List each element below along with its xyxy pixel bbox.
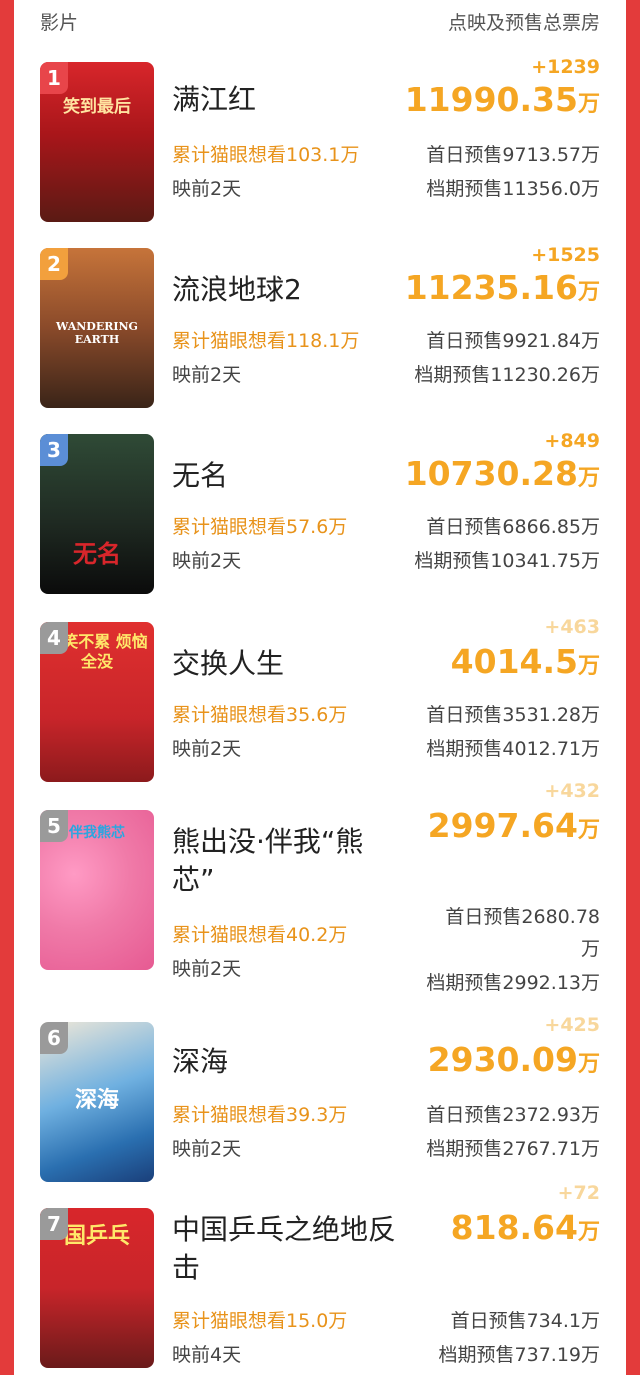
rank-badge: 1 [40, 62, 68, 94]
movie-row[interactable]: 笑到最后 1 满江红 累计猫眼想看103.1万 映前2天 +1239 11990… [14, 56, 626, 232]
box-office-delta: +72 [557, 1182, 600, 1204]
total-value: 10730.28 [404, 454, 578, 493]
total-value: 11990.35 [404, 80, 578, 119]
days-before-release: 映前4天 [172, 1344, 242, 1366]
total-box-office: 11990.35万 [405, 80, 600, 119]
poster-title-text: 笑到最后 [63, 97, 131, 117]
movie-poster[interactable]: 无名 3 [40, 434, 154, 594]
period-presale: 档期预售2767.71万 [426, 1138, 600, 1160]
movie-row[interactable]: 国乒乓 7 中国乒乓之绝地反 击 累计猫眼想看15.0万 映前4天 +72 81… [14, 1182, 626, 1375]
unit-label: 万 [577, 92, 600, 117]
movie-poster[interactable]: 国乒乓 7 [40, 1208, 154, 1368]
period-presale: 档期预售737.19万 [438, 1344, 600, 1366]
unit-label: 万 [577, 280, 600, 305]
want-to-watch-count: 累计猫眼想看118.1万 [172, 330, 360, 352]
movie-title-line-2[interactable]: 击 [172, 1248, 200, 1288]
period-presale: 档期预售11230.26万 [414, 364, 600, 386]
want-to-watch-count: 累计猫眼想看40.2万 [172, 924, 348, 946]
box-office-delta: +463 [544, 616, 600, 638]
days-before-release: 映前2天 [172, 1138, 242, 1160]
want-to-watch-count: 累计猫眼想看35.6万 [172, 704, 348, 726]
total-value: 11235.16 [404, 268, 578, 307]
total-box-office: 2997.64万 [428, 806, 600, 845]
days-before-release: 映前2天 [172, 550, 242, 572]
movie-poster[interactable]: WANDERING EARTH 2 [40, 248, 154, 408]
box-office-delta: +425 [544, 1014, 600, 1036]
movie-poster[interactable]: 伴我熊芯 5 [40, 810, 154, 970]
period-presale: 档期预售11356.0万 [426, 178, 600, 200]
first-day-presale: 首日预售734.1万 [450, 1310, 600, 1332]
first-day-presale: 首日预售9921.84万 [426, 330, 600, 352]
box-office-delta: +1239 [531, 56, 600, 78]
period-presale: 档期预售2992.13万 [426, 972, 600, 994]
want-to-watch-count: 累计猫眼想看57.6万 [172, 516, 348, 538]
first-day-presale-unit: 万 [580, 938, 600, 960]
movie-title-line-1[interactable]: 中国乒乓之绝地反 [172, 1210, 396, 1250]
total-box-office: 4014.5万 [451, 642, 600, 681]
poster-title-text: 深海 [74, 1087, 119, 1113]
movie-title[interactable]: 交换人生 [172, 644, 284, 684]
first-day-presale: 首日预售2680.78 [445, 906, 600, 928]
poster-title-text: 无名 [73, 539, 121, 568]
box-office-delta: +432 [544, 780, 600, 802]
movie-row[interactable]: 无名 3 无名 累计猫眼想看57.6万 映前2天 +849 10730.28万 … [14, 430, 626, 604]
total-value: 4014.5 [450, 642, 578, 681]
want-to-watch-count: 累计猫眼想看103.1万 [172, 144, 360, 166]
movie-title[interactable]: 深海 [172, 1042, 228, 1082]
want-to-watch-count: 累计猫眼想看15.0万 [172, 1310, 348, 1332]
box-office-delta: +1525 [531, 244, 600, 266]
days-before-release: 映前2天 [172, 958, 242, 980]
movie-title[interactable]: 流浪地球2 [172, 270, 302, 310]
movie-poster[interactable]: 深海 6 [40, 1022, 154, 1182]
movie-row[interactable]: 好笑不累 烦恼全没 4 交换人生 累计猫眼想看35.6万 映前2天 +463 4… [14, 616, 626, 792]
total-box-office: 2930.09万 [428, 1040, 600, 1079]
period-presale: 档期预售10341.75万 [414, 550, 600, 572]
total-value: 2997.64 [427, 806, 578, 845]
rank-badge: 4 [40, 622, 68, 654]
column-header-box-office: 点映及预售总票房 [447, 12, 600, 34]
first-day-presale: 首日预售6866.85万 [426, 516, 600, 538]
box-office-list: 影片 点映及预售总票房 笑到最后 1 满江红 累计猫眼想看103.1万 映前2天… [14, 0, 626, 1375]
list-header: 影片 点映及预售总票房 [14, 0, 626, 40]
unit-label: 万 [577, 1220, 600, 1245]
movie-title[interactable]: 无名 [172, 456, 228, 496]
rank-badge: 7 [40, 1208, 68, 1240]
unit-label: 万 [577, 818, 600, 843]
movie-title-line-2[interactable]: 芯” [172, 860, 215, 900]
period-presale: 档期预售4012.71万 [426, 738, 600, 760]
movie-poster[interactable]: 笑到最后 1 [40, 62, 154, 222]
rank-badge: 3 [40, 434, 68, 466]
days-before-release: 映前2天 [172, 178, 242, 200]
movie-title-line-1[interactable]: 熊出没·伴我“熊 [172, 822, 363, 862]
box-office-delta: +849 [544, 430, 600, 452]
unit-label: 万 [577, 654, 600, 679]
unit-label: 万 [577, 1052, 600, 1077]
rank-badge: 2 [40, 248, 68, 280]
movie-row[interactable]: WANDERING EARTH 2 流浪地球2 累计猫眼想看118.1万 映前2… [14, 244, 626, 418]
total-value: 818.64 [450, 1208, 578, 1247]
first-day-presale: 首日预售9713.57万 [426, 144, 600, 166]
days-before-release: 映前2天 [172, 364, 242, 386]
poster-title-text: WANDERING EARTH [56, 320, 138, 346]
movie-row[interactable]: 伴我熊芯 5 熊出没·伴我“熊 芯” 累计猫眼想看40.2万 映前2天 +432… [14, 780, 626, 1000]
rank-badge: 5 [40, 810, 68, 842]
movie-title[interactable]: 满江红 [172, 80, 256, 120]
days-before-release: 映前2天 [172, 738, 242, 760]
total-box-office: 818.64万 [451, 1208, 600, 1247]
want-to-watch-count: 累计猫眼想看39.3万 [172, 1104, 348, 1126]
total-box-office: 11235.16万 [405, 268, 600, 307]
movie-row[interactable]: 深海 6 深海 累计猫眼想看39.3万 映前2天 +425 2930.09万 首… [14, 1014, 626, 1192]
total-value: 2930.09 [427, 1040, 578, 1079]
first-day-presale: 首日预售2372.93万 [426, 1104, 600, 1126]
unit-label: 万 [577, 466, 600, 491]
movie-poster[interactable]: 好笑不累 烦恼全没 4 [40, 622, 154, 782]
column-header-movie: 影片 [40, 12, 79, 34]
total-box-office: 10730.28万 [405, 454, 600, 493]
first-day-presale: 首日预售3531.28万 [426, 704, 600, 726]
rank-badge: 6 [40, 1022, 68, 1054]
